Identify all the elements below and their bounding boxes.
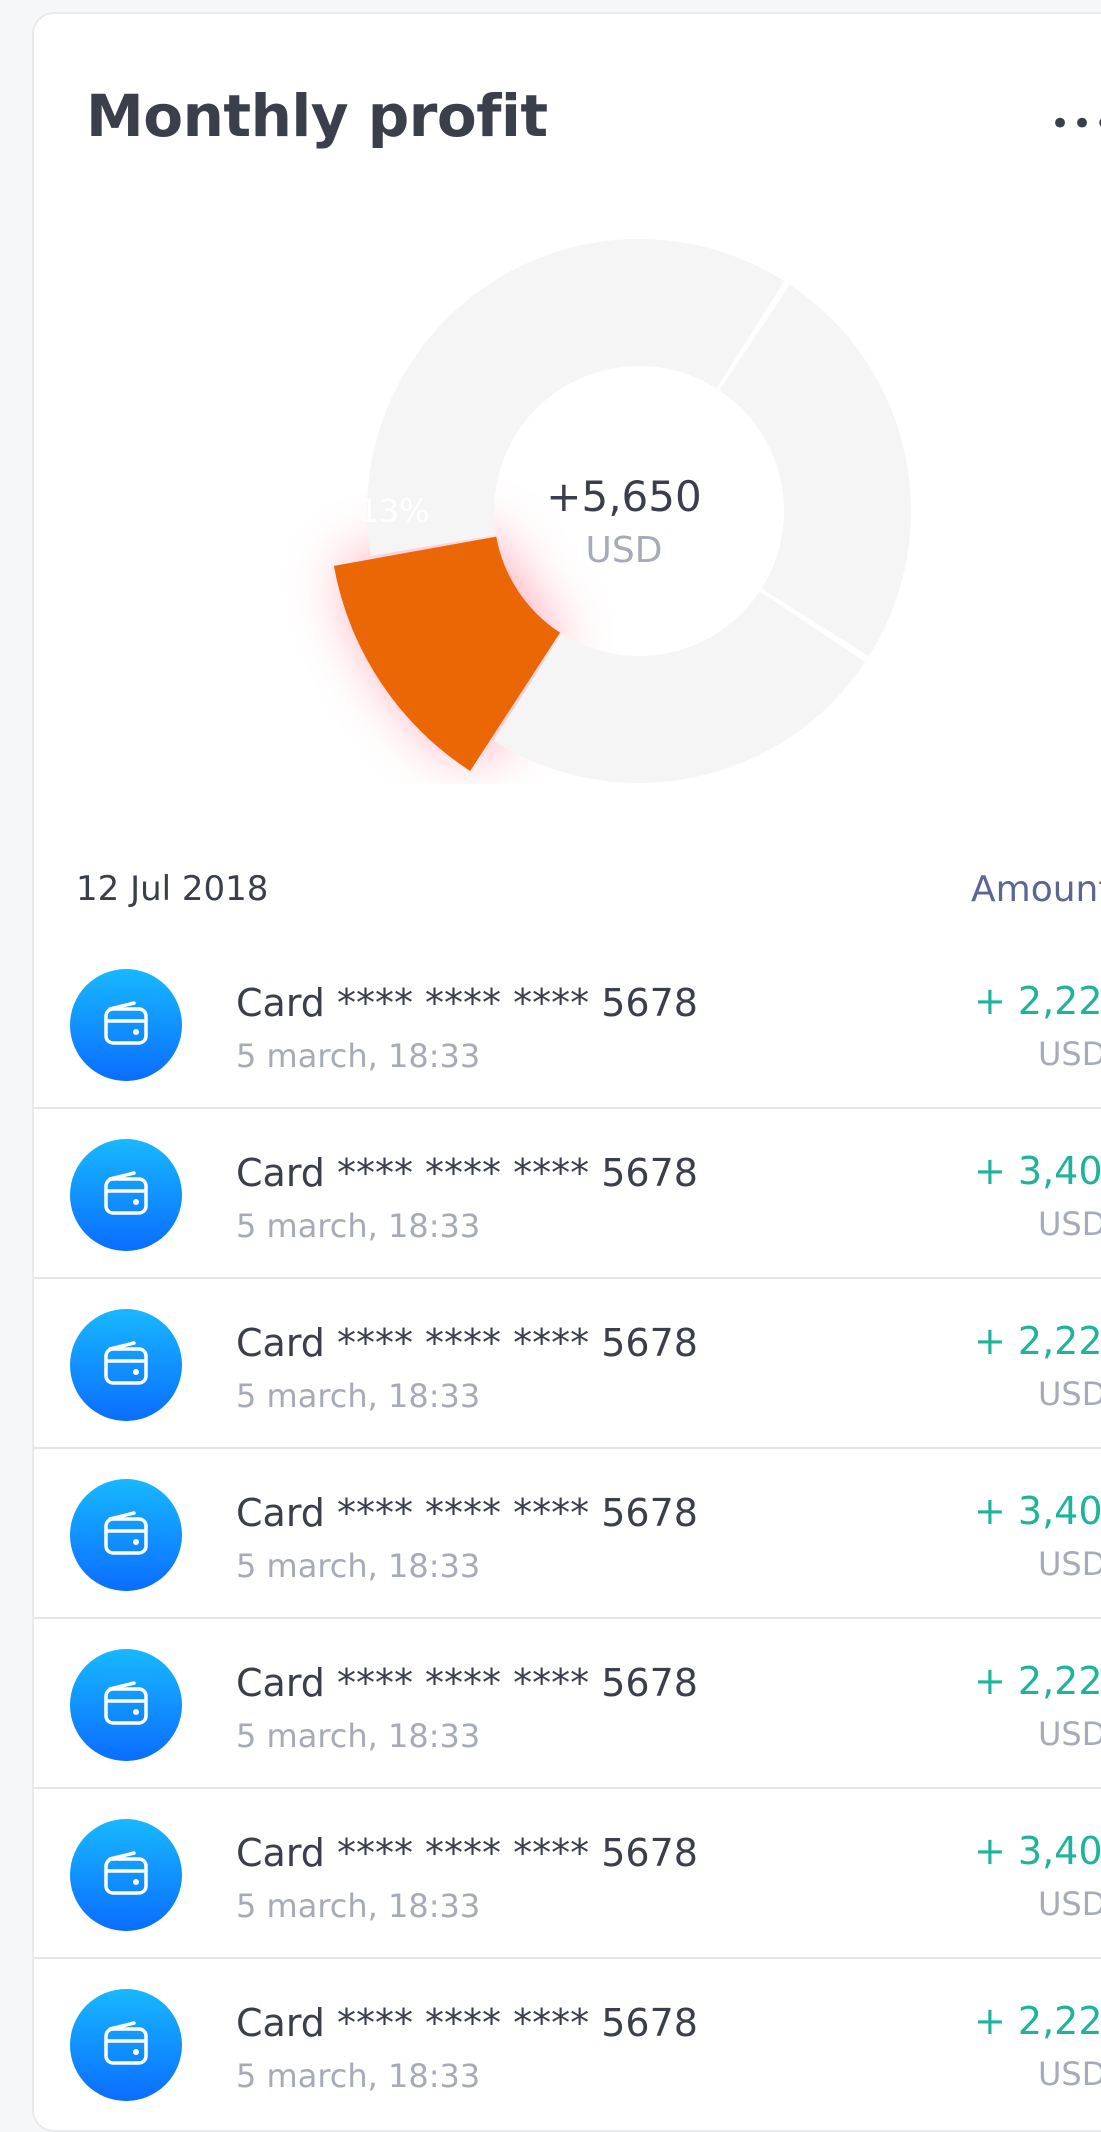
- transaction-currency: USD: [1038, 1885, 1101, 1923]
- list-date: 12 Jul 2018: [76, 869, 269, 909]
- transaction-time: 5 march, 18:33: [236, 1887, 481, 1925]
- transaction-title: Card **** **** **** 5678: [236, 1661, 698, 1705]
- transaction-amount: + 2,220: [974, 1319, 1101, 1363]
- transaction-amount: + 2,220: [974, 1999, 1101, 2043]
- transaction-row[interactable]: Card **** **** **** 5678 5 march, 18:33 …: [34, 1789, 1101, 1959]
- wallet-icon: [70, 969, 182, 1081]
- transaction-time: 5 march, 18:33: [236, 2057, 481, 2095]
- transaction-title: Card **** **** **** 5678: [236, 1321, 698, 1365]
- transaction-time: 5 march, 18:33: [236, 1547, 481, 1585]
- transaction-title: Card **** **** **** 5678: [236, 1831, 698, 1875]
- transaction-currency: USD: [1038, 1375, 1101, 1413]
- transaction-amount: + 3,400: [974, 1829, 1101, 1873]
- transaction-currency: USD: [1038, 1545, 1101, 1583]
- card-title: Monthly profit: [86, 82, 548, 150]
- highlighted-slice-label: 13%: [358, 492, 430, 530]
- wallet-icon: [70, 1309, 182, 1421]
- transaction-list: Card **** **** **** 5678 5 march, 18:33 …: [34, 939, 1101, 2129]
- wallet-icon: [70, 1479, 182, 1591]
- transaction-row[interactable]: Card **** **** **** 5678 5 march, 18:33 …: [34, 1619, 1101, 1789]
- transaction-row[interactable]: Card **** **** **** 5678 5 march, 18:33 …: [34, 1109, 1101, 1279]
- transaction-time: 5 march, 18:33: [236, 1207, 481, 1245]
- transaction-currency: USD: [1038, 1205, 1101, 1243]
- transaction-title: Card **** **** **** 5678: [236, 1491, 698, 1535]
- wallet-icon: [70, 1819, 182, 1931]
- transaction-time: 5 march, 18:33: [236, 1377, 481, 1415]
- transaction-title: Card **** **** **** 5678: [236, 1151, 698, 1195]
- transaction-amount: + 2,220: [974, 979, 1101, 1023]
- donut-total-unit: USD: [585, 530, 663, 571]
- amount-column-header[interactable]: Amount: [971, 869, 1101, 910]
- wallet-icon: [70, 1989, 182, 2101]
- transaction-row[interactable]: Card **** **** **** 5678 5 march, 18:33 …: [34, 1449, 1101, 1619]
- wallet-icon: [70, 1139, 182, 1251]
- transaction-time: 5 march, 18:33: [236, 1717, 481, 1755]
- transaction-row[interactable]: Card **** **** **** 5678 5 march, 18:33 …: [34, 1959, 1101, 2129]
- list-header: 12 Jul 2018 Amount: [76, 869, 1101, 913]
- donut-total-value: +5,650: [546, 472, 702, 521]
- transaction-amount: + 2,220: [974, 1659, 1101, 1703]
- transaction-amount: + 3,400: [974, 1149, 1101, 1193]
- donut-slice-2[interactable]: [719, 284, 911, 657]
- transaction-title: Card **** **** **** 5678: [236, 2001, 698, 2045]
- more-horizontal-icon[interactable]: •••: [1050, 104, 1101, 144]
- wallet-icon: [70, 1649, 182, 1761]
- transaction-currency: USD: [1038, 2055, 1101, 2093]
- monthly-profit-card: Monthly profit ••• 13% +5,650 USD 12 Jul…: [32, 12, 1101, 2132]
- transaction-title: Card **** **** **** 5678: [236, 981, 698, 1025]
- transaction-currency: USD: [1038, 1715, 1101, 1753]
- transaction-currency: USD: [1038, 1035, 1101, 1073]
- donut-slice-3[interactable]: [493, 591, 866, 783]
- transaction-row[interactable]: Card **** **** **** 5678 5 march, 18:33 …: [34, 939, 1101, 1109]
- transaction-amount: + 3,400: [974, 1489, 1101, 1533]
- transaction-row[interactable]: Card **** **** **** 5678 5 march, 18:33 …: [34, 1279, 1101, 1449]
- transaction-time: 5 march, 18:33: [236, 1037, 481, 1075]
